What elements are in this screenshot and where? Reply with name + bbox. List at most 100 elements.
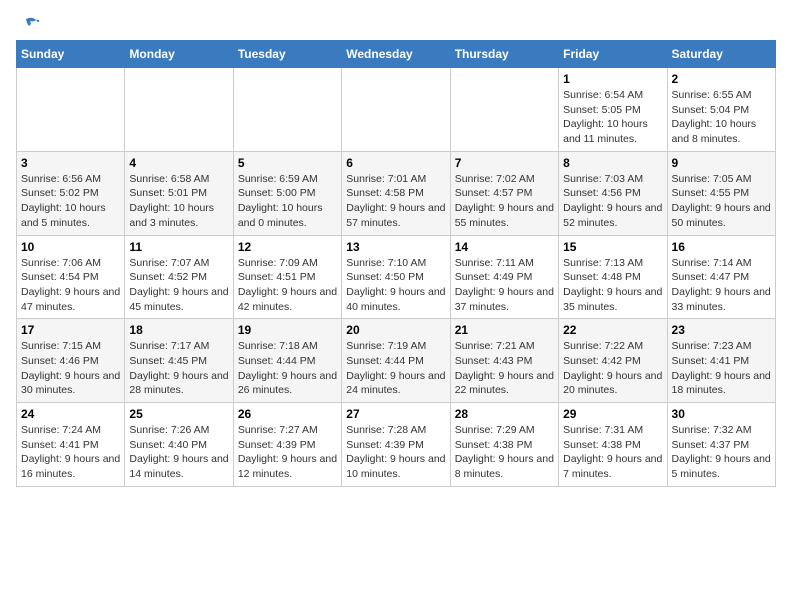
calendar-cell: 27 Sunrise: 7:28 AM Sunset: 4:39 PM Dayli… bbox=[342, 403, 450, 487]
calendar-cell: 14 Sunrise: 7:11 AM Sunset: 4:49 PM Dayli… bbox=[450, 235, 558, 319]
day-info: Sunrise: 7:19 AM Sunset: 4:44 PM Dayligh… bbox=[346, 339, 445, 398]
logo bbox=[16, 16, 40, 32]
calendar-cell: 22 Sunrise: 7:22 AM Sunset: 4:42 PM Dayli… bbox=[559, 319, 667, 403]
day-number: 23 bbox=[672, 323, 771, 337]
calendar-cell: 23 Sunrise: 7:23 AM Sunset: 4:41 PM Dayli… bbox=[667, 319, 775, 403]
calendar-week-row: 1Sunrise: 6:54 AM Sunset: 5:05 PM Daylig… bbox=[17, 68, 776, 152]
day-info: Sunrise: 6:58 AM Sunset: 5:01 PM Dayligh… bbox=[129, 172, 228, 231]
day-number: 19 bbox=[238, 323, 337, 337]
day-info: Sunrise: 7:11 AM Sunset: 4:49 PM Dayligh… bbox=[455, 256, 554, 315]
logo-bird-icon bbox=[18, 14, 40, 36]
calendar-cell: 29 Sunrise: 7:31 AM Sunset: 4:38 PM Dayli… bbox=[559, 403, 667, 487]
calendar-cell: 7 Sunrise: 7:02 AM Sunset: 4:57 PM Daylig… bbox=[450, 151, 558, 235]
calendar-cell: 18Sunrise: 7:17 AM Sunset: 4:45 PM Dayli… bbox=[125, 319, 233, 403]
day-number: 7 bbox=[455, 156, 554, 170]
calendar-cell: 17 Sunrise: 7:15 AM Sunset: 4:46 PM Dayli… bbox=[17, 319, 125, 403]
calendar-cell: 24 Sunrise: 7:24 AM Sunset: 4:41 PM Dayli… bbox=[17, 403, 125, 487]
calendar-cell: 2 Sunrise: 6:55 AM Sunset: 5:04 PM Daylig… bbox=[667, 68, 775, 152]
day-number: 27 bbox=[346, 407, 445, 421]
day-info: Sunrise: 7:22 AM Sunset: 4:42 PM Dayligh… bbox=[563, 339, 662, 398]
day-number: 18 bbox=[129, 323, 228, 337]
day-info: Sunrise: 7:01 AM Sunset: 4:58 PM Dayligh… bbox=[346, 172, 445, 231]
day-number: 13 bbox=[346, 240, 445, 254]
weekday-header-tuesday: Tuesday bbox=[233, 41, 341, 68]
day-info: Sunrise: 7:23 AM Sunset: 4:41 PM Dayligh… bbox=[672, 339, 771, 398]
day-info: Sunrise: 7:28 AM Sunset: 4:39 PM Dayligh… bbox=[346, 423, 445, 482]
day-info: Sunrise: 6:59 AM Sunset: 5:00 PM Dayligh… bbox=[238, 172, 337, 231]
weekday-header-saturday: Saturday bbox=[667, 41, 775, 68]
day-info: Sunrise: 7:27 AM Sunset: 4:39 PM Dayligh… bbox=[238, 423, 337, 482]
day-number: 2 bbox=[672, 72, 771, 86]
day-info: Sunrise: 7:26 AM Sunset: 4:40 PM Dayligh… bbox=[129, 423, 228, 482]
calendar-cell: 3 Sunrise: 6:56 AM Sunset: 5:02 PM Daylig… bbox=[17, 151, 125, 235]
calendar-cell: 6 Sunrise: 7:01 AM Sunset: 4:58 PM Daylig… bbox=[342, 151, 450, 235]
calendar-week-row: 3 Sunrise: 6:56 AM Sunset: 5:02 PM Daylig… bbox=[17, 151, 776, 235]
day-info: Sunrise: 7:29 AM Sunset: 4:38 PM Dayligh… bbox=[455, 423, 554, 482]
day-number: 26 bbox=[238, 407, 337, 421]
day-info: Sunrise: 7:24 AM Sunset: 4:41 PM Dayligh… bbox=[21, 423, 120, 482]
calendar-cell: 11Sunrise: 7:07 AM Sunset: 4:52 PM Dayli… bbox=[125, 235, 233, 319]
day-number: 8 bbox=[563, 156, 662, 170]
day-number: 15 bbox=[563, 240, 662, 254]
calendar-cell bbox=[342, 68, 450, 152]
day-number: 12 bbox=[238, 240, 337, 254]
day-info: Sunrise: 7:10 AM Sunset: 4:50 PM Dayligh… bbox=[346, 256, 445, 315]
calendar-cell: 19 Sunrise: 7:18 AM Sunset: 4:44 PM Dayli… bbox=[233, 319, 341, 403]
calendar-cell bbox=[233, 68, 341, 152]
day-number: 16 bbox=[672, 240, 771, 254]
calendar-cell: 30Sunrise: 7:32 AM Sunset: 4:37 PM Dayli… bbox=[667, 403, 775, 487]
day-number: 9 bbox=[672, 156, 771, 170]
day-number: 3 bbox=[21, 156, 120, 170]
day-number: 22 bbox=[563, 323, 662, 337]
calendar-cell: 15Sunrise: 7:13 AM Sunset: 4:48 PM Dayli… bbox=[559, 235, 667, 319]
day-number: 14 bbox=[455, 240, 554, 254]
day-number: 10 bbox=[21, 240, 120, 254]
day-info: Sunrise: 7:09 AM Sunset: 4:51 PM Dayligh… bbox=[238, 256, 337, 315]
calendar-cell: 16 Sunrise: 7:14 AM Sunset: 4:47 PM Dayli… bbox=[667, 235, 775, 319]
day-info: Sunrise: 6:56 AM Sunset: 5:02 PM Dayligh… bbox=[21, 172, 120, 231]
day-info: Sunrise: 7:06 AM Sunset: 4:54 PM Dayligh… bbox=[21, 256, 120, 315]
calendar-week-row: 10 Sunrise: 7:06 AM Sunset: 4:54 PM Dayli… bbox=[17, 235, 776, 319]
day-number: 29 bbox=[563, 407, 662, 421]
calendar-week-row: 24 Sunrise: 7:24 AM Sunset: 4:41 PM Dayli… bbox=[17, 403, 776, 487]
calendar-cell bbox=[125, 68, 233, 152]
calendar-cell: 4 Sunrise: 6:58 AM Sunset: 5:01 PM Daylig… bbox=[125, 151, 233, 235]
day-number: 4 bbox=[129, 156, 228, 170]
calendar-cell: 12 Sunrise: 7:09 AM Sunset: 4:51 PM Dayli… bbox=[233, 235, 341, 319]
day-number: 17 bbox=[21, 323, 120, 337]
day-info: Sunrise: 7:03 AM Sunset: 4:56 PM Dayligh… bbox=[563, 172, 662, 231]
calendar-cell bbox=[450, 68, 558, 152]
day-info: Sunrise: 7:21 AM Sunset: 4:43 PM Dayligh… bbox=[455, 339, 554, 398]
calendar-cell: 20 Sunrise: 7:19 AM Sunset: 4:44 PM Dayli… bbox=[342, 319, 450, 403]
calendar-table: SundayMondayTuesdayWednesdayThursdayFrid… bbox=[16, 40, 776, 487]
day-info: Sunrise: 7:07 AM Sunset: 4:52 PM Dayligh… bbox=[129, 256, 228, 315]
calendar-cell: 21 Sunrise: 7:21 AM Sunset: 4:43 PM Dayli… bbox=[450, 319, 558, 403]
day-number: 6 bbox=[346, 156, 445, 170]
day-info: Sunrise: 7:02 AM Sunset: 4:57 PM Dayligh… bbox=[455, 172, 554, 231]
calendar-cell: 9 Sunrise: 7:05 AM Sunset: 4:55 PM Daylig… bbox=[667, 151, 775, 235]
weekday-header-sunday: Sunday bbox=[17, 41, 125, 68]
day-info: Sunrise: 7:15 AM Sunset: 4:46 PM Dayligh… bbox=[21, 339, 120, 398]
calendar-cell: 1Sunrise: 6:54 AM Sunset: 5:05 PM Daylig… bbox=[559, 68, 667, 152]
weekday-header-wednesday: Wednesday bbox=[342, 41, 450, 68]
day-info: Sunrise: 7:14 AM Sunset: 4:47 PM Dayligh… bbox=[672, 256, 771, 315]
calendar-header-row: SundayMondayTuesdayWednesdayThursdayFrid… bbox=[17, 41, 776, 68]
day-info: Sunrise: 7:18 AM Sunset: 4:44 PM Dayligh… bbox=[238, 339, 337, 398]
calendar-cell: 13 Sunrise: 7:10 AM Sunset: 4:50 PM Dayli… bbox=[342, 235, 450, 319]
day-number: 20 bbox=[346, 323, 445, 337]
calendar-cell: 10 Sunrise: 7:06 AM Sunset: 4:54 PM Dayli… bbox=[17, 235, 125, 319]
day-number: 24 bbox=[21, 407, 120, 421]
day-info: Sunrise: 7:05 AM Sunset: 4:55 PM Dayligh… bbox=[672, 172, 771, 231]
weekday-header-thursday: Thursday bbox=[450, 41, 558, 68]
day-number: 25 bbox=[129, 407, 228, 421]
page-header bbox=[16, 16, 776, 32]
day-info: Sunrise: 7:31 AM Sunset: 4:38 PM Dayligh… bbox=[563, 423, 662, 482]
day-number: 1 bbox=[563, 72, 662, 86]
day-number: 28 bbox=[455, 407, 554, 421]
calendar-cell: 28 Sunrise: 7:29 AM Sunset: 4:38 PM Dayli… bbox=[450, 403, 558, 487]
calendar-week-row: 17 Sunrise: 7:15 AM Sunset: 4:46 PM Dayli… bbox=[17, 319, 776, 403]
day-info: Sunrise: 7:32 AM Sunset: 4:37 PM Dayligh… bbox=[672, 423, 771, 482]
day-number: 21 bbox=[455, 323, 554, 337]
day-info: Sunrise: 6:55 AM Sunset: 5:04 PM Dayligh… bbox=[672, 88, 771, 147]
calendar-cell bbox=[17, 68, 125, 152]
